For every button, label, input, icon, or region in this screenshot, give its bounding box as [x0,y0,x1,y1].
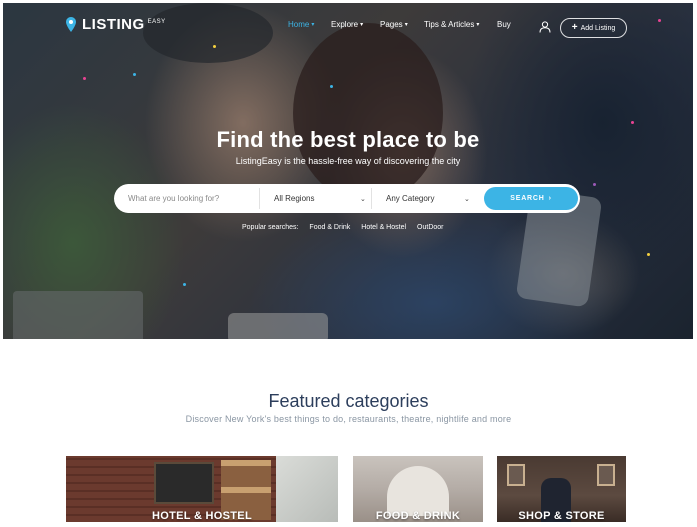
sparkle-dot [593,183,596,186]
category-card-shop-store[interactable]: SHOP & STORE [497,456,626,522]
popular-search-link[interactable]: Food & Drink [309,224,350,231]
caret-down-icon: ▾ [476,22,480,28]
logo-superscript: EASY [147,19,166,25]
logo-text: LISTING [82,16,145,33]
featured-title: Featured categories [268,391,429,411]
category-card-label: FOOD & DRINK [375,510,461,522]
sparkle-dot [631,121,634,124]
chevron-right-icon: › [548,195,552,202]
caret-down-icon: ▾ [360,22,364,28]
caret-down-icon: ▾ [311,22,315,28]
category-card-label: SHOP & STORE [518,510,605,522]
sparkle-dot [647,253,650,256]
card-photo-shape [387,466,449,516]
add-listing-label: Add Listing [580,24,616,32]
category-card-hotel-hostel[interactable]: HOTEL & HOSTEL [66,456,338,522]
chevron-down-icon: ⌄ [360,195,366,203]
nav-item-label: Home [288,20,310,29]
search-bar: All Regions ⌄ Any Category ⌄ SEARCH › [114,184,580,213]
search-button[interactable]: SEARCH › [484,187,578,210]
map-pin-icon [66,17,76,32]
sparkle-dot [183,283,186,286]
nav-item-tips-articles[interactable]: Tips & Articles ▾ [424,20,479,29]
divider [371,188,372,209]
nav-item-label: Tips & Articles [424,20,475,29]
nav-item-label: Pages [380,20,403,29]
top-nav: LISTING EASY Home ▾ Explore ▾ Pages ▾ Ti… [3,3,693,47]
hero-title: Find the best place to be [216,127,480,152]
sparkle-dot [133,73,136,76]
category-select[interactable]: Any Category ⌄ [386,184,478,213]
region-select[interactable]: All Regions ⌄ [274,184,370,213]
nav-item-pages[interactable]: Pages ▾ [380,20,408,29]
category-select-value: Any Category [386,194,435,203]
popular-search-link[interactable]: Hotel & Hostel [361,224,406,231]
popular-search-link[interactable]: OutDoor [417,224,443,231]
category-card-food-drink[interactable]: FOOD & DRINK [353,456,483,522]
sparkle-dot [83,77,86,80]
hero-subtitle: ListingEasy is the hassle-free way of di… [235,156,461,166]
featured-subtitle: Discover New York's best things to do, r… [185,414,512,424]
nav-item-label: Buy [497,20,511,29]
card-photo-shape [154,462,214,504]
logo[interactable]: LISTING EASY [66,17,166,33]
nav-item-buy[interactable]: Buy [497,20,511,29]
card-photo-shape [507,464,525,486]
search-button-label: SEARCH [510,195,545,202]
sparkle-dot [330,85,333,88]
hero-overlay [3,3,693,339]
plus-icon: + [571,22,578,33]
region-select-value: All Regions [274,194,315,203]
add-listing-button[interactable]: + Add Listing [560,18,627,38]
user-icon[interactable] [539,21,551,33]
card-photo-shape [597,464,615,486]
nav-item-label: Explore [331,20,359,29]
caret-down-icon: ▾ [404,22,408,28]
hero-banner: LISTING EASY Home ▾ Explore ▾ Pages ▾ Ti… [3,3,693,339]
nav-item-explore[interactable]: Explore ▾ [331,20,363,29]
popular-searches: Popular searches: Food & Drink Hotel & H… [242,224,444,231]
divider [259,188,260,209]
search-input[interactable] [128,184,258,213]
nav-item-home[interactable]: Home ▾ [288,20,314,29]
category-card-label: HOTEL & HOSTEL [152,510,252,522]
popular-searches-label: Popular searches: [242,224,299,231]
chevron-down-icon: ⌄ [464,195,470,203]
